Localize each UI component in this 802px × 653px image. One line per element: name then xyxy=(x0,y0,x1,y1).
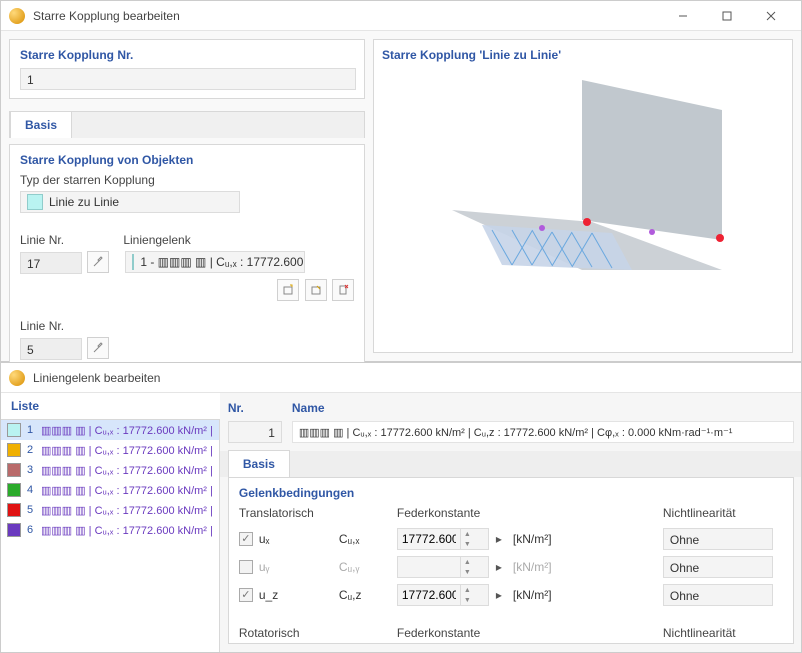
spring-value-input[interactable]: ▲▼ xyxy=(397,528,489,550)
titlebar[interactable]: Liniengelenk bearbeiten xyxy=(1,363,801,393)
list-item-index: 6 xyxy=(27,524,41,536)
tab-basis[interactable]: Basis xyxy=(10,111,72,138)
dof-symbol: uₓ xyxy=(259,532,270,546)
nonlinearity-select[interactable]: Ohne xyxy=(663,528,773,550)
app-icon xyxy=(9,370,25,386)
spring-value-input[interactable]: ▲▼ xyxy=(397,584,489,606)
color-swatch-icon xyxy=(7,503,21,517)
type-value: Linie zu Linie xyxy=(49,195,119,209)
hinge-value: 1 - ▥▥▥ ▥ | Cᵤ,ₓ : 17772.600 k… xyxy=(140,255,305,269)
preview-title: Starre Kopplung 'Linie zu Linie' xyxy=(382,48,784,62)
coupling-type-select[interactable]: Linie zu Linie xyxy=(20,191,240,213)
tabstrip: Basis xyxy=(220,451,802,477)
list-item[interactable]: 6 ▥▥▥ ▥ | Cᵤ,ₓ : 17772.600 kN/m² | xyxy=(1,520,219,540)
dof-checkbox[interactable]: u_z xyxy=(239,588,339,602)
dof-checkbox[interactable]: uᵧ xyxy=(239,560,339,574)
list-item-text: ▥▥▥ ▥ | Cᵤ,ₓ : 17772.600 kN/m² | xyxy=(41,464,213,477)
col-header: Nichtlinearität xyxy=(663,626,783,640)
list-item-index: 4 xyxy=(27,484,41,496)
close-button[interactable] xyxy=(749,1,793,31)
dialog-line-hinge: Liniengelenk bearbeiten Liste 1 ▥▥▥ ▥ | … xyxy=(0,362,802,653)
spring-symbol: Cᵤ,ᵧ xyxy=(339,560,397,574)
expand-icon[interactable]: ▸ xyxy=(489,560,509,574)
unit-label: [kN/m²] xyxy=(513,560,623,574)
list-item-text: ▥▥▥ ▥ | Cᵤ,ₓ : 17772.600 kN/m² | xyxy=(41,484,213,497)
unit-label: [kN/m²] xyxy=(513,588,623,602)
nr-label: Nr. xyxy=(228,401,282,415)
objects-card: Starre Kopplung von Objekten Typ der sta… xyxy=(9,144,365,369)
hinge-new-button[interactable] xyxy=(277,279,299,301)
col-header: Translatorisch xyxy=(239,506,339,520)
color-swatch-icon xyxy=(7,463,21,477)
coupling-nr-input[interactable]: 1 xyxy=(20,68,356,90)
expand-icon[interactable]: ▸ xyxy=(489,588,509,602)
dof-symbol: u_z xyxy=(259,588,278,602)
maximize-button[interactable] xyxy=(705,1,749,31)
hinge-label: Liniengelenk xyxy=(123,233,354,247)
list-item[interactable]: 4 ▥▥▥ ▥ | Cᵤ,ₓ : 17772.600 kN/m² | xyxy=(1,480,219,500)
col-header: Nichtlinearität xyxy=(663,506,783,520)
preview-3d-icon xyxy=(422,70,782,300)
hinge-nr-input[interactable]: 1 xyxy=(228,421,282,443)
window-title: Liniengelenk bearbeiten xyxy=(33,371,793,385)
hinge-edit-button[interactable] xyxy=(305,279,327,301)
nonlinearity-select[interactable]: Ohne xyxy=(663,584,773,606)
list-item[interactable]: 3 ▥▥▥ ▥ | Cᵤ,ₓ : 17772.600 kN/m² | xyxy=(1,460,219,480)
color-swatch-icon xyxy=(7,523,21,537)
col-header: Rotatorisch xyxy=(239,626,339,640)
nonlinearity-select[interactable]: Ohne xyxy=(663,556,773,578)
type-label: Typ der starren Kopplung xyxy=(20,173,354,187)
tab-basis[interactable]: Basis xyxy=(228,450,290,477)
line1-label: Linie Nr. xyxy=(20,233,109,247)
list-item-index: 5 xyxy=(27,504,41,516)
list-item-index: 2 xyxy=(27,444,41,456)
list-item-text: ▥▥▥ ▥ | Cᵤ,ₓ : 17772.600 kN/m² | xyxy=(41,504,213,517)
app-icon xyxy=(9,8,25,24)
nr-label: Starre Kopplung Nr. xyxy=(20,48,354,62)
spring-value-input: ▲▼ xyxy=(397,556,489,578)
col-header: Federkonstante xyxy=(397,506,623,520)
preview-panel: Starre Kopplung 'Linie zu Linie' xyxy=(373,39,793,353)
dof-symbol: uᵧ xyxy=(259,560,270,574)
objects-title: Starre Kopplung von Objekten xyxy=(20,153,354,167)
dialog-rigid-coupling: Starre Kopplung bearbeiten Starre Kopplu… xyxy=(0,0,802,362)
color-swatch-icon xyxy=(7,423,21,437)
hinge-icon xyxy=(132,254,134,270)
list-item-text: ▥▥▥ ▥ | Cᵤ,ₓ : 17772.600 kN/m² | xyxy=(41,444,213,457)
conditions-card: Gelenkbedingungen Translatorisch Federko… xyxy=(228,477,794,644)
titlebar[interactable]: Starre Kopplung bearbeiten xyxy=(1,1,801,31)
line2-input[interactable]: 5 xyxy=(20,338,82,360)
color-swatch-icon xyxy=(7,483,21,497)
col-header: Federkonstante xyxy=(397,626,623,640)
hinge-delete-button[interactable] xyxy=(332,279,354,301)
spring-symbol: Cᵤ,z xyxy=(339,588,397,602)
list-item-index: 1 xyxy=(27,424,41,436)
pick-line1-button[interactable] xyxy=(87,251,109,273)
name-label: Name xyxy=(292,401,794,415)
minimize-button[interactable] xyxy=(661,1,705,31)
list-header: Liste xyxy=(1,393,220,420)
window-title: Starre Kopplung bearbeiten xyxy=(33,9,661,23)
tabstrip: Basis xyxy=(9,111,365,138)
list-item[interactable]: 1 ▥▥▥ ▥ | Cᵤ,ₓ : 17772.600 kN/m² | xyxy=(1,420,219,440)
hinge-name-field[interactable]: ▥▥▥ ▥ | Cᵤ,ₓ : 17772.600 kN/m² | Cᵤ,z : … xyxy=(292,421,794,443)
expand-icon[interactable]: ▸ xyxy=(489,532,509,546)
hinge-select[interactable]: 1 - ▥▥▥ ▥ | Cᵤ,ₓ : 17772.600 k… xyxy=(125,251,305,273)
list-item[interactable]: 5 ▥▥▥ ▥ | Cᵤ,ₓ : 17772.600 kN/m² | xyxy=(1,500,219,520)
nr-card: Starre Kopplung Nr. 1 xyxy=(9,39,365,99)
dof-checkbox[interactable]: uₓ xyxy=(239,532,339,546)
line1-input[interactable]: 17 xyxy=(20,252,82,274)
type-icon xyxy=(27,194,43,210)
spring-symbol: Cᵤ,ₓ xyxy=(339,532,397,546)
hinge-list[interactable]: 1 ▥▥▥ ▥ | Cᵤ,ₓ : 17772.600 kN/m² | 2 ▥▥▥… xyxy=(1,420,220,652)
pick-line2-button[interactable] xyxy=(87,337,109,359)
conditions-title: Gelenkbedingungen xyxy=(239,486,783,500)
list-item-text: ▥▥▥ ▥ | Cᵤ,ₓ : 17772.600 kN/m² | xyxy=(41,424,213,437)
list-item-index: 3 xyxy=(27,464,41,476)
list-item-text: ▥▥▥ ▥ | Cᵤ,ₓ : 17772.600 kN/m² | xyxy=(41,524,213,537)
list-item[interactable]: 2 ▥▥▥ ▥ | Cᵤ,ₓ : 17772.600 kN/m² | xyxy=(1,440,219,460)
unit-label: [kN/m²] xyxy=(513,532,623,546)
color-swatch-icon xyxy=(7,443,21,457)
line2-label: Linie Nr. xyxy=(20,319,354,333)
